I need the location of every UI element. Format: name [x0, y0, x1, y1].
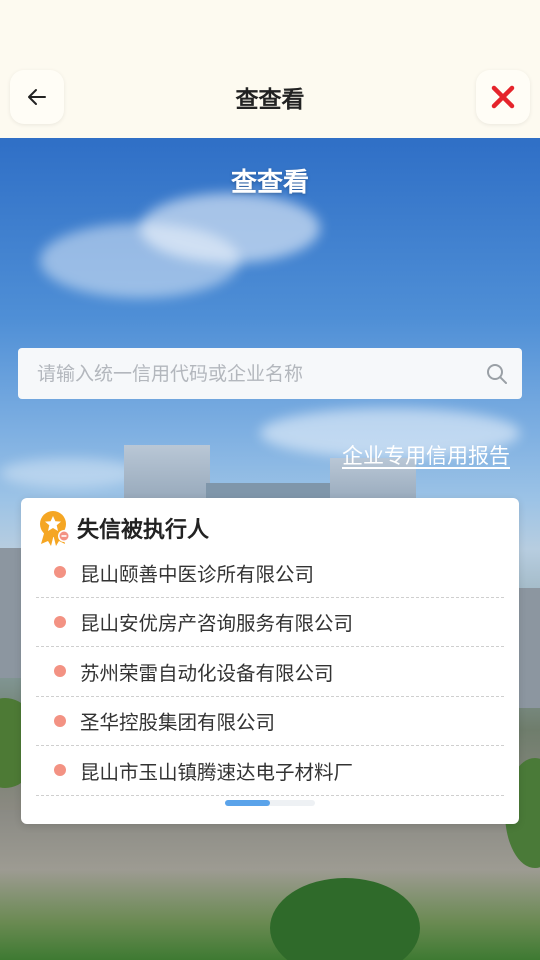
hero-title: 查查看 — [230, 168, 309, 198]
dishonest-executors-card: 失信被执行人 昆山颐善中医诊所有限公司 昆山安优房产咨询服务有限公司 苏州荣雷自… — [21, 498, 519, 824]
list-item[interactable]: 苏州荣雷自动化设备有限公司 — [36, 647, 504, 697]
ground-decoration — [0, 810, 540, 960]
search-bar[interactable] — [18, 348, 522, 399]
list-item[interactable]: 昆山市玉山镇腾速达电子材料厂 — [36, 746, 504, 796]
company-name: 昆山安优房产咨询服务有限公司 — [80, 612, 354, 636]
cloud-decoration — [40, 223, 240, 298]
scroll-indicator[interactable] — [225, 800, 315, 806]
credit-report-link[interactable]: 企业专用信用报告 — [342, 440, 510, 470]
building-decoration — [518, 588, 540, 708]
company-name: 昆山颐善中医诊所有限公司 — [80, 562, 315, 586]
list-item[interactable]: 昆山颐善中医诊所有限公司 — [36, 548, 504, 598]
company-name: 昆山市玉山镇腾速达电子材料厂 — [80, 760, 354, 784]
bullet-dot — [54, 714, 66, 727]
list-item[interactable]: 圣华控股集团有限公司 — [36, 697, 504, 746]
bullet-dot — [54, 615, 66, 628]
page-title: 查查看 — [235, 87, 305, 113]
status-bar-area — [0, 0, 540, 62]
award-badge-icon — [40, 511, 70, 546]
search-icon[interactable] — [472, 348, 522, 399]
company-name: 苏州荣雷自动化设备有限公司 — [80, 661, 334, 685]
search-input[interactable] — [37, 362, 472, 385]
building-decoration — [0, 548, 22, 678]
top-nav-bar: 查查看 — [0, 62, 540, 138]
close-x-icon — [491, 85, 515, 109]
bullet-dot — [54, 764, 66, 777]
bullet-dot — [54, 566, 66, 579]
list-item[interactable]: 昆山安优房产咨询服务有限公司 — [36, 598, 504, 647]
company-list: 昆山颐善中医诊所有限公司 昆山安优房产咨询服务有限公司 苏州荣雷自动化设备有限公… — [36, 548, 504, 796]
bullet-dot — [54, 665, 66, 678]
close-button[interactable] — [476, 70, 530, 124]
company-name: 圣华控股集团有限公司 — [80, 711, 276, 735]
card-title: 失信被执行人 — [77, 518, 210, 543]
cloud-decoration — [0, 458, 140, 488]
scroll-indicator-thumb — [225, 800, 270, 806]
hero-banner: 查查看 企业专用信用报告 失信被执行人 昆山颐善中医诊所有限公司 — [0, 138, 540, 960]
card-header: 失信被执行人 — [39, 510, 209, 546]
